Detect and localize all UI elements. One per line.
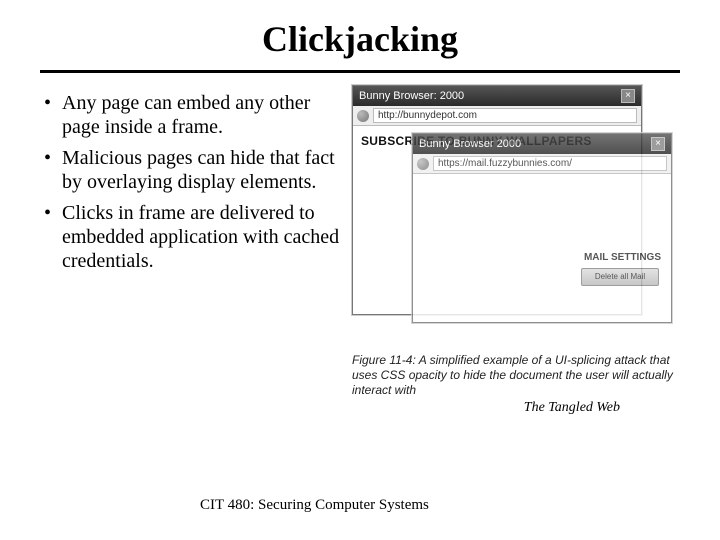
bullet-list: • Any page can embed any other page insi… (44, 91, 344, 274)
close-icon: × (621, 89, 635, 103)
bullet-text: Clicks in frame are delivered to embedde… (62, 201, 344, 274)
globe-icon (357, 110, 369, 122)
globe-icon (417, 158, 429, 170)
address-bar: http://bunnydepot.com (353, 106, 641, 126)
list-item: • Clicks in frame are delivered to embed… (44, 201, 344, 274)
close-icon: × (651, 137, 665, 151)
bullet-dot-icon: • (44, 201, 62, 274)
bullet-column: • Any page can embed any other page insi… (44, 91, 344, 398)
window-titlebar: Bunny Browser 2000 × (413, 134, 671, 154)
list-item: • Malicious pages can hide that fact by … (44, 146, 344, 195)
bullet-text: Any page can embed any other page inside… (62, 91, 344, 140)
window-titlebar: Bunny Browser: 2000 × (353, 86, 641, 106)
address-bar: https://mail.fuzzybunnies.com/ (413, 154, 671, 174)
figure-illustration: Bunny Browser: 2000 × http://bunnydepot.… (352, 85, 682, 345)
browser-window-front: Bunny Browser 2000 × https://mail.fuzzyb… (412, 133, 672, 323)
slide-footer: CIT 480: Securing Computer Systems (200, 497, 429, 514)
slide-body: • Any page can embed any other page insi… (0, 73, 720, 398)
window-title-text: Bunny Browser 2000 (419, 138, 521, 150)
figure-caption: Figure 11-4: A simplified example of a U… (352, 353, 682, 398)
url-text: https://mail.fuzzybunnies.com/ (433, 156, 667, 171)
slide-title: Clickjacking (0, 0, 720, 60)
list-item: • Any page can embed any other page insi… (44, 91, 344, 140)
bullet-text: Malicious pages can hide that fact by ov… (62, 146, 344, 195)
bullet-dot-icon: • (44, 146, 62, 195)
page-content: MAIL SETTINGS Delete all Mail (413, 174, 671, 314)
delete-mail-button: Delete all Mail (581, 268, 659, 286)
url-text: http://bunnydepot.com (373, 108, 637, 123)
figure-column: Bunny Browser: 2000 × http://bunnydepot.… (344, 91, 692, 398)
figure-attribution: The Tangled Web (524, 400, 620, 416)
window-title-text: Bunny Browser: 2000 (359, 90, 464, 102)
bullet-dot-icon: • (44, 91, 62, 140)
mail-settings-label: MAIL SETTINGS (584, 252, 661, 263)
